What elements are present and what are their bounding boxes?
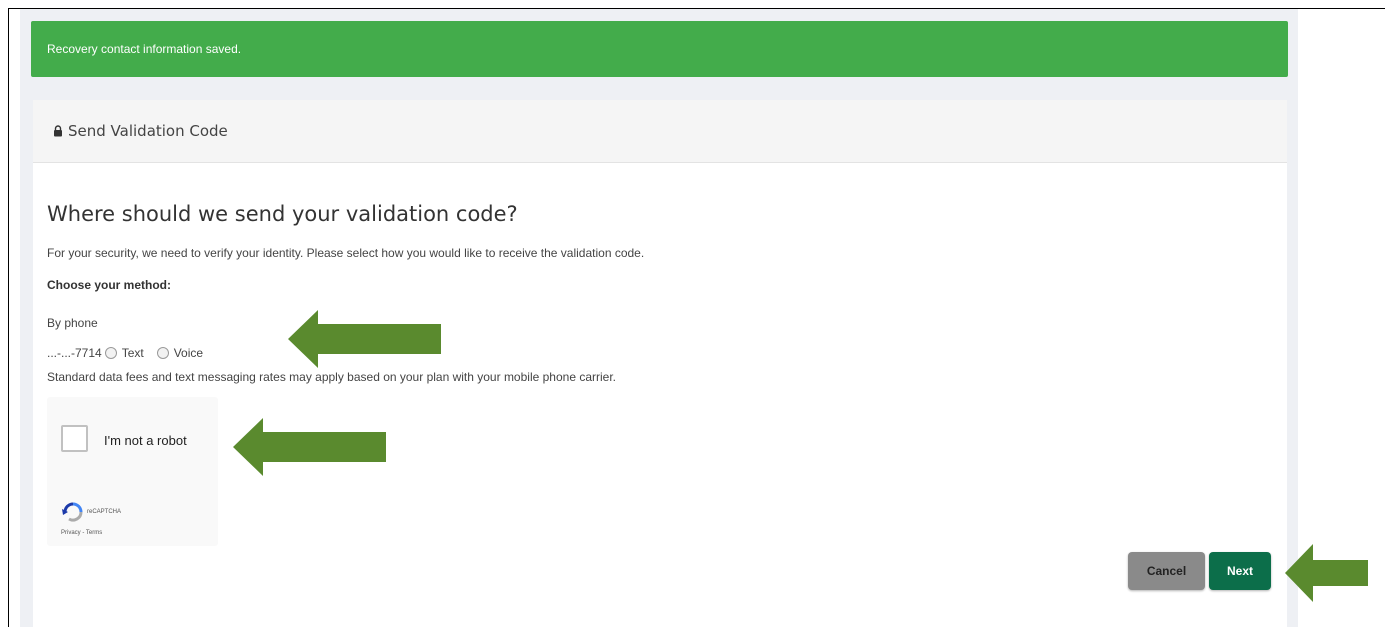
fees-note: Standard data fees and text messaging ra… <box>47 370 616 384</box>
page-title: Where should we send your validation cod… <box>47 202 518 226</box>
cancel-button[interactable]: Cancel <box>1128 552 1205 590</box>
description-text: For your security, we need to verify you… <box>47 246 645 260</box>
card-header-title: Send Validation Code <box>68 122 228 140</box>
recaptcha-checkbox[interactable] <box>61 425 88 452</box>
success-alert: Recovery contact information saved. <box>31 21 1288 77</box>
recaptcha-label: I'm not a robot <box>104 433 187 448</box>
validation-card: Send Validation Code Where should we sen… <box>33 100 1287 627</box>
recaptcha-brand: reCAPTCHA <box>87 509 122 515</box>
text-option-label: Text <box>121 346 144 360</box>
recaptcha-privacy-terms[interactable]: Privacy - Terms <box>61 530 102 536</box>
method-label: Choose your method: <box>47 278 172 292</box>
voice-radio[interactable] <box>156 347 169 359</box>
next-button[interactable]: Next <box>1209 552 1271 590</box>
recaptcha-widget: I'm not a robot reCAPTCHA Privacy - Term… <box>47 397 218 546</box>
left-arrow-icon <box>1285 544 1368 602</box>
phone-method-row: ...-...-7714 Text Voice <box>47 345 203 361</box>
card-header: Send Validation Code <box>33 100 1287 163</box>
text-radio[interactable] <box>104 347 117 359</box>
voice-option-label: Voice <box>173 346 204 360</box>
alert-message: Recovery contact information saved. <box>47 42 242 56</box>
left-arrow-icon <box>233 418 386 476</box>
recaptcha-logo-icon <box>62 502 83 522</box>
lock-icon <box>54 125 62 137</box>
left-arrow-icon <box>288 310 441 368</box>
by-phone-label: By phone <box>47 316 98 330</box>
masked-phone-number: ...-...-7714 <box>47 346 102 360</box>
frame-border-left <box>8 8 9 627</box>
